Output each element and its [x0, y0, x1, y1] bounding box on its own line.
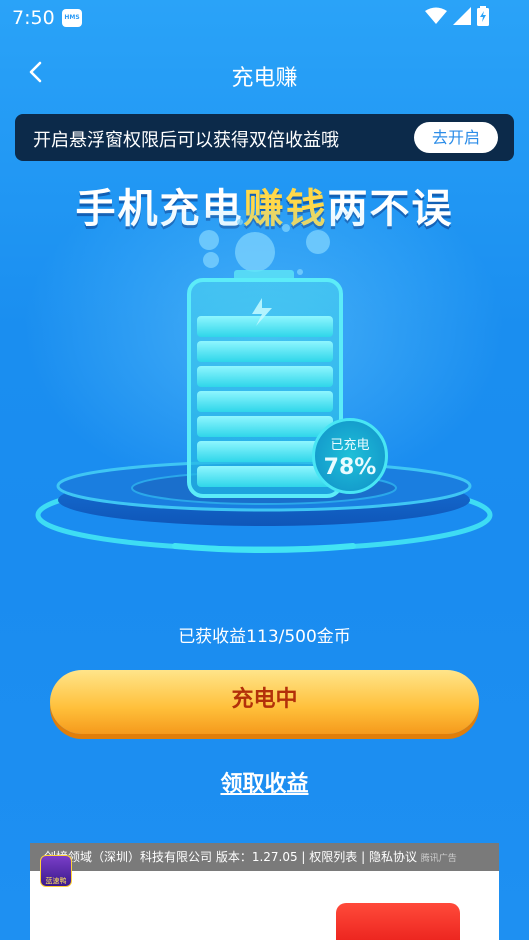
ad-image[interactable] [336, 903, 460, 940]
earnings-text: 已获收益113/500金币 [178, 627, 351, 647]
ad-app-icon[interactable]: 蓝速鸭 [40, 855, 72, 887]
battery-cell [197, 341, 333, 362]
charge-percentage-badge: 已充电 78% [312, 418, 388, 494]
battery-cell [197, 466, 333, 487]
charge-value: 78% [323, 455, 377, 480]
charging-button[interactable]: 充电中 [50, 670, 479, 734]
battery-cell [197, 416, 333, 437]
battery-cell [197, 316, 333, 337]
status-time: 7:50 [12, 7, 55, 29]
ad-header: 创境领域（深圳）科技有限公司 版本：1.27.05 | 权限列表 | 隐私协议 … [30, 843, 499, 871]
signal-icon [453, 7, 471, 25]
status-icons [425, 6, 489, 26]
battery-illustration [24, 210, 504, 553]
enable-permission-button[interactable]: 去开启 [414, 122, 498, 153]
hms-badge: HMS [62, 9, 82, 27]
ad-header-text: 创境领域（深圳）科技有限公司 版本：1.27.05 | 权限列表 | 隐私协议 [44, 850, 417, 864]
wifi-icon [425, 7, 447, 24]
battery-cell [197, 391, 333, 412]
ad-panel[interactable]: 创境领域（深圳）科技有限公司 版本：1.27.05 | 权限列表 | 隐私协议 … [30, 843, 499, 940]
notice-text: 开启悬浮窗权限后可以获得双倍收益哦 [33, 130, 339, 151]
battery-charging-icon [477, 6, 489, 26]
page-title: 充电赚 [231, 66, 298, 91]
charge-label: 已充电 [330, 438, 370, 453]
nav-bar: 充电赚 [0, 50, 529, 102]
status-bar: 7:50 HMS [0, 0, 529, 38]
claim-earnings-link[interactable]: 领取收益 [0, 766, 529, 798]
ad-source-tag: 腾讯广告 [420, 854, 457, 864]
notice-bar: 开启悬浮窗权限后可以获得双倍收益哦 去开启 [15, 114, 514, 161]
battery-cell [197, 366, 333, 387]
ad-app-icon-label: 蓝速鸭 [45, 877, 67, 885]
